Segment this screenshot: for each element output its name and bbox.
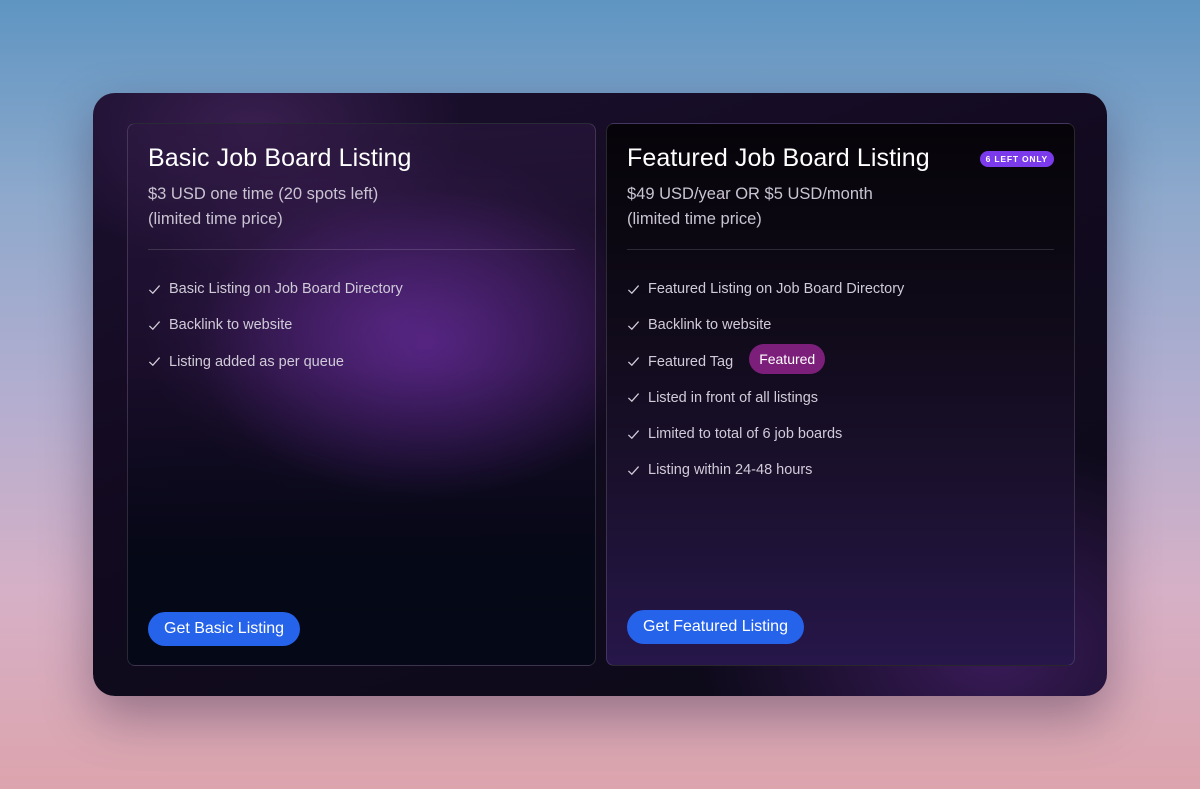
feature-label: Backlink to website — [169, 317, 293, 334]
feature-label: Listed in front of all listings — [648, 389, 819, 406]
feature-item: Basic Listing on Job Board Directory — [148, 279, 403, 315]
feature-label: Featured Tag — [648, 353, 734, 370]
feature-label: Limited to total of 6 job boards — [648, 426, 843, 443]
feature-label: Listing within 24-48 hours — [648, 462, 813, 479]
check-icon — [627, 352, 642, 372]
basic-plan-title: Basic Job Board Listing — [148, 144, 412, 172]
featured-plan-price: $49 USD/year OR $5 USD/month (limited ti… — [627, 182, 1047, 232]
check-icon — [148, 315, 163, 335]
pricing-panel: Basic Job Board Listing $3 USD one time … — [93, 93, 1107, 696]
featured-feature-list: Featured Listing on Job Board Directory … — [627, 279, 904, 497]
check-icon — [627, 388, 642, 408]
get-basic-listing-button[interactable]: Get Basic Listing — [148, 612, 301, 646]
basic-plan-price: $3 USD one time (20 spots left) (limited… — [148, 182, 568, 232]
basic-price-note: (limited time price) — [148, 210, 283, 228]
featured-price-line: $49 USD/year OR $5 USD/month — [627, 185, 873, 203]
divider — [627, 249, 1054, 250]
feature-item: Featured Tag Featured — [627, 343, 904, 388]
featured-price-note: (limited time price) — [627, 210, 762, 228]
check-icon — [148, 279, 163, 299]
feature-label: Basic Listing on Job Board Directory — [169, 281, 403, 297]
basic-price-line: $3 USD one time (20 spots left) — [148, 185, 379, 203]
feature-item: Listed in front of all listings — [627, 388, 904, 424]
feature-item: Listing within 24-48 hours — [627, 460, 904, 496]
basic-feature-list: Basic Listing on Job Board Directory Bac… — [148, 279, 403, 388]
featured-tag-example: Featured — [749, 343, 826, 374]
check-icon — [148, 352, 163, 372]
feature-label: Listing added as per queue — [169, 353, 344, 370]
feature-item: Listing added as per queue — [148, 352, 403, 388]
feature-item: Limited to total of 6 job boards — [627, 424, 904, 460]
divider — [148, 249, 575, 250]
check-icon — [627, 460, 642, 480]
basic-plan-card: Basic Job Board Listing $3 USD one time … — [127, 123, 596, 666]
check-icon — [627, 315, 642, 335]
featured-plan-card: Featured Job Board Listing 6 LEFT ONLY $… — [606, 123, 1075, 666]
feature-label: Featured Listing on Job Board Directory — [648, 281, 905, 297]
spots-left-badge: 6 LEFT ONLY — [979, 151, 1054, 167]
check-icon — [627, 424, 642, 444]
feature-item: Backlink to website — [148, 315, 403, 351]
featured-plan-title: Featured Job Board Listing — [627, 144, 930, 172]
check-icon — [627, 279, 642, 299]
feature-label: Backlink to website — [648, 317, 772, 334]
feature-item: Featured Listing on Job Board Directory — [627, 279, 904, 315]
get-featured-listing-button[interactable]: Get Featured Listing — [627, 610, 804, 644]
